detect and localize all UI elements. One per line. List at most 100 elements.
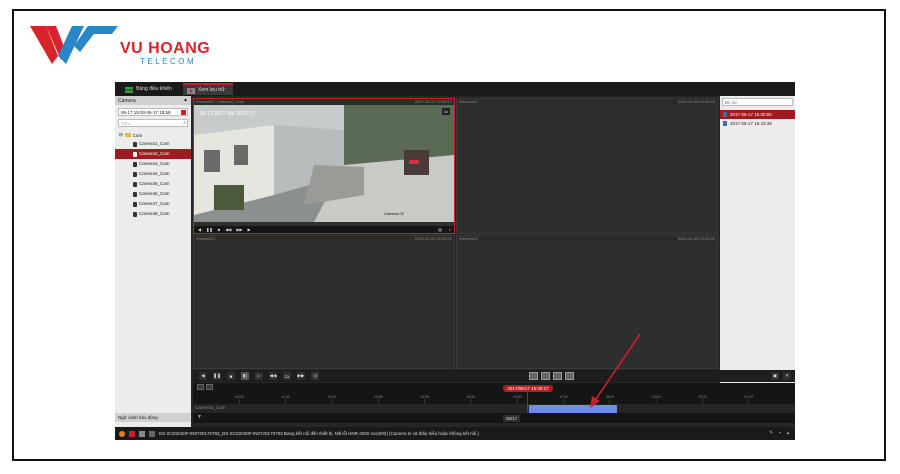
reverse-play-icon[interactable]: ◀: [199, 372, 207, 380]
camera-item[interactable]: Camera7_Cam: [115, 199, 191, 209]
timeline-tick-label: 14:00: [420, 395, 429, 399]
tree-root-cam[interactable]: ⊟ Cam: [115, 131, 191, 139]
timeline-tick-label: 13:00: [374, 395, 383, 399]
date-range-field[interactable]: 06-17 15:00-06-17 15:59: [118, 108, 188, 116]
search-icon[interactable]: ⌕: [183, 120, 186, 126]
grid-small-icon[interactable]: [139, 430, 145, 437]
alarm-context-label: Ngữ cảnh bảo động: [118, 415, 158, 420]
playback-timeline[interactable]: 2017/06/17 15:00:17 10:00 11:00 12:00 13:00…: [193, 383, 795, 423]
camera-item-label: Camera4_Cam: [139, 171, 170, 176]
frame-step-icon[interactable]: ▷: [255, 372, 263, 380]
fullscreen-icon[interactable]: ▣: [771, 372, 779, 380]
vms-app-window: Bảng điều khiển Xem lưu trữ Camera ▲ 06-…: [115, 82, 795, 440]
recording-item-label: 2017-06-17 15:00:00: [730, 112, 772, 117]
timeline-cursor[interactable]: [527, 392, 528, 413]
recording-item-selected[interactable]: 2017-06-17 15:00:00: [720, 110, 795, 119]
grid-icon: [125, 86, 133, 93]
frame-forward-icon[interactable]: ▶: [248, 227, 251, 232]
alarm-icon[interactable]: [119, 430, 125, 437]
video-window-3[interactable]: Window03 0000-00-00 00:00:00: [193, 235, 455, 369]
tab-control-panel[interactable]: Bảng điều khiển: [121, 83, 179, 95]
file-icon: [723, 112, 727, 117]
pin-icon[interactable]: ✎: [769, 430, 773, 436]
video-window-1[interactable]: Window01: Camera2_Cam 2017-06-17 15:00:1…: [193, 98, 455, 234]
video-window-2[interactable]: Window02 0000-00-00 00:00:00: [456, 98, 718, 234]
alarm-context-header[interactable]: Ngữ cảnh bảo động: [115, 413, 191, 422]
collapse-icon[interactable]: ▲: [183, 97, 188, 103]
stop-all-icon[interactable]: ■: [227, 372, 235, 380]
layout-switcher: [529, 372, 574, 380]
volume-icon[interactable]: ◁): [311, 372, 319, 380]
top-tab-bar: Bảng điều khiển Xem lưu trữ: [115, 82, 795, 96]
video-window-header: Window02 0000-00-00 00:00:00: [457, 99, 717, 105]
camera-item[interactable]: Camera8_Cam: [115, 209, 191, 219]
frame-back-icon[interactable]: ◧: [241, 372, 249, 380]
slow-icon[interactable]: ◀◀: [225, 227, 231, 232]
brand-name: VU HOANG: [120, 40, 211, 57]
timeline-expand-icon[interactable]: [206, 384, 213, 390]
slow-down-icon[interactable]: ◀◀: [269, 372, 277, 380]
fast-icon[interactable]: ▶▶: [236, 227, 242, 232]
camera-icon: [133, 181, 137, 187]
layout-2x2-icon[interactable]: [541, 372, 550, 380]
calendar-icon[interactable]: [181, 110, 186, 115]
camera-icon: [133, 141, 137, 147]
camera-item[interactable]: Camera4_Cam: [115, 169, 191, 179]
camera-tree: ⊟ Cam Camera1_Cam Camera2_Cam Camera3_Ca…: [115, 131, 191, 219]
timeline-track[interactable]: Camera2_Cam: [193, 404, 795, 413]
video-window-time: 0000-00-00 00:00:00: [677, 99, 715, 104]
video-window-header: Window04 0000-00-00 00:00:00: [457, 236, 717, 242]
recording-filter-input[interactable]: Bộ lọc: [722, 98, 793, 106]
timeline-list-icon[interactable]: [197, 384, 204, 390]
camera-item[interactable]: Camera6_Cam: [115, 189, 191, 199]
camera-icon: [133, 151, 137, 157]
speaker-icon[interactable]: [149, 430, 155, 437]
expand-icon[interactable]: ⊟: [119, 132, 123, 138]
filter-icon[interactable]: ▼: [197, 414, 202, 420]
layout-custom-icon[interactable]: [565, 372, 574, 380]
timeline-track-label: Camera2_Cam: [195, 405, 226, 410]
close-all-icon[interactable]: ✕: [783, 372, 791, 380]
expand-up-icon[interactable]: ▴: [787, 430, 789, 436]
layout-3x3-icon[interactable]: [553, 372, 562, 380]
pause-all-icon[interactable]: ❚❚: [213, 372, 221, 380]
camera-search-placeholder: Tìm...: [121, 121, 133, 126]
recorded-segment[interactable]: [529, 405, 617, 413]
pause-icon[interactable]: ❚❚: [206, 227, 213, 232]
camera-item-label: Camera2_Cam: [139, 151, 170, 156]
date-range-value: 06-17 15:00-06-17 15:59: [121, 110, 171, 115]
camera-icon: [133, 201, 137, 207]
video-window-title: Window02: [459, 99, 478, 104]
tab-playback[interactable]: Xem lưu trữ: [183, 83, 233, 95]
vh-logo-icon: [30, 26, 118, 64]
camera-item-label: Camera3_Cam: [139, 161, 170, 166]
video-window-4[interactable]: Window04 0000-00-00 00:00:00: [456, 235, 718, 369]
camera-icon: [133, 171, 137, 177]
window-settings-icon[interactable]: ▤: [438, 227, 442, 232]
timeline-tick-label: 11:00: [281, 395, 290, 399]
camera-item[interactable]: Camera1_Cam: [115, 139, 191, 149]
camera-icon: [133, 161, 137, 167]
layout-1x1-icon[interactable]: [529, 372, 538, 380]
camera-item[interactable]: Camera5_Cam: [115, 179, 191, 189]
timeline-date[interactable]: 06/17: [503, 415, 521, 422]
camera-item-selected[interactable]: Camera2_Cam: [115, 149, 191, 159]
lock-icon[interactable]: ▪: [779, 430, 781, 436]
camera-panel-title: Camera: [118, 98, 136, 104]
stop-icon[interactable]: ■: [218, 227, 220, 232]
speed-up-icon[interactable]: ▶▶: [297, 372, 305, 380]
camera-search-input[interactable]: Tìm... ⌕: [118, 119, 188, 127]
tab-control-panel-label: Bảng điều khiển: [136, 86, 172, 92]
camera-item-label: Camera7_Cam: [139, 201, 170, 206]
record-icon[interactable]: ●: [449, 227, 451, 232]
timeline-tick-label: 17:00: [559, 395, 568, 399]
window-controls: ▣ ✕: [771, 372, 791, 380]
camera-item[interactable]: Camera3_Cam: [115, 159, 191, 169]
video-window-header: Window03 0000-00-00 00:00:00: [194, 236, 454, 242]
warning-icon[interactable]: [129, 430, 135, 437]
recording-item[interactable]: 2017-06-17 15:43:39: [720, 119, 795, 128]
video-overlay-date: 06-17-2017 Sat 15:00:17: [200, 111, 256, 117]
rewind-icon[interactable]: ◀: [198, 227, 201, 232]
timeline-scale: 10:00 11:00 12:00 13:00 14:00 15:00 16:00 17:00…: [235, 395, 753, 403]
camera-feed-image: 06-17-2017 Sat 15:00:17 Camera 02: [194, 105, 454, 222]
